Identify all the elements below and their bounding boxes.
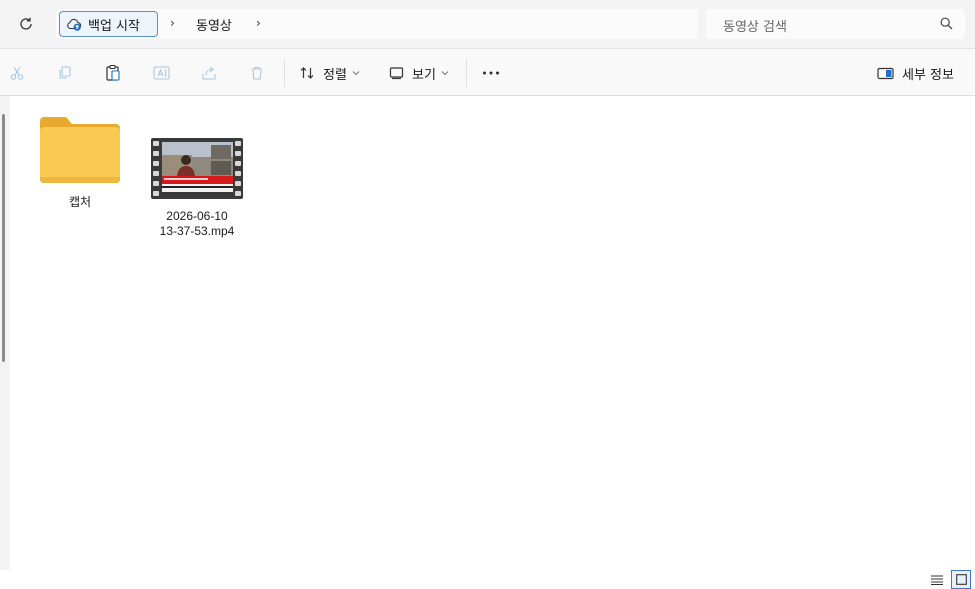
video-file-name-line1: 2026-06-10 [166,209,228,223]
chevron-right-icon[interactable]: › [170,16,175,30]
command-bar: 정렬 보기 세부 정보 [0,48,975,96]
details-label: 세부 정보 [902,67,954,83]
breadcrumb-videos[interactable]: 동영상 [196,15,232,34]
backup-start-button[interactable]: 백업 시작 [59,11,158,37]
clipboard-icon [106,64,120,81]
details-pane-icon [877,67,894,79]
folder-icon [40,117,120,183]
toolbar-divider [466,59,467,87]
rename-icon [152,66,170,80]
scissors-icon [10,66,24,80]
share-button[interactable] [197,61,221,85]
chevron-down-icon [352,71,360,76]
backup-label: 백업 시작 [88,18,140,34]
toolbar-divider [284,59,285,87]
cloud-backup-icon [67,18,82,31]
delete-button[interactable] [245,61,269,85]
status-bar [0,570,975,589]
refresh-button[interactable] [12,10,40,38]
more-icon [483,71,499,75]
details-pane-button[interactable]: 세부 정보 [877,61,954,85]
folder-item[interactable]: 캡처 [32,113,128,210]
copy-button[interactable] [53,61,77,85]
share-icon [202,66,216,80]
sort-button[interactable]: 정렬 [299,61,360,85]
video-thumbnail-icon [151,138,243,199]
list-view-icon [931,575,943,585]
view-icon [389,67,404,80]
chevron-down-icon [441,71,449,76]
folder-name: 캡처 [68,195,92,209]
large-icons-view-button[interactable] [951,570,971,589]
search-input[interactable]: 동영상 검색 [706,9,965,39]
video-file-name-line2: 13-37-53.mp4 [159,224,235,238]
refresh-icon [20,17,32,30]
search-placeholder: 동영상 검색 [723,20,787,35]
view-button[interactable]: 보기 [389,61,449,85]
cut-button[interactable] [5,61,29,85]
video-file-item[interactable]: 2026-06-10 13-37-53.mp4 [149,135,245,239]
file-view[interactable] [0,96,975,570]
tiles-view-icon [955,574,967,585]
search-icon [940,17,953,30]
sort-icon [300,67,314,79]
view-label: 보기 [412,67,436,83]
copy-icon [59,66,71,79]
rename-button[interactable] [149,61,173,85]
video-file-name: 2026-06-10 13-37-53.mp4 [149,209,245,239]
sort-label: 정렬 [323,67,347,83]
trash-icon [251,66,263,80]
address-bar[interactable]: 백업 시작 › 동영상 › [56,9,698,39]
more-options-button[interactable] [479,61,503,85]
chevron-right-icon[interactable]: › [256,16,261,30]
navigation-scrollbar[interactable] [2,114,5,362]
details-view-button[interactable] [927,570,947,589]
address-row: 백업 시작 › 동영상 › 동영상 검색 [0,0,975,48]
paste-button[interactable] [101,61,125,85]
